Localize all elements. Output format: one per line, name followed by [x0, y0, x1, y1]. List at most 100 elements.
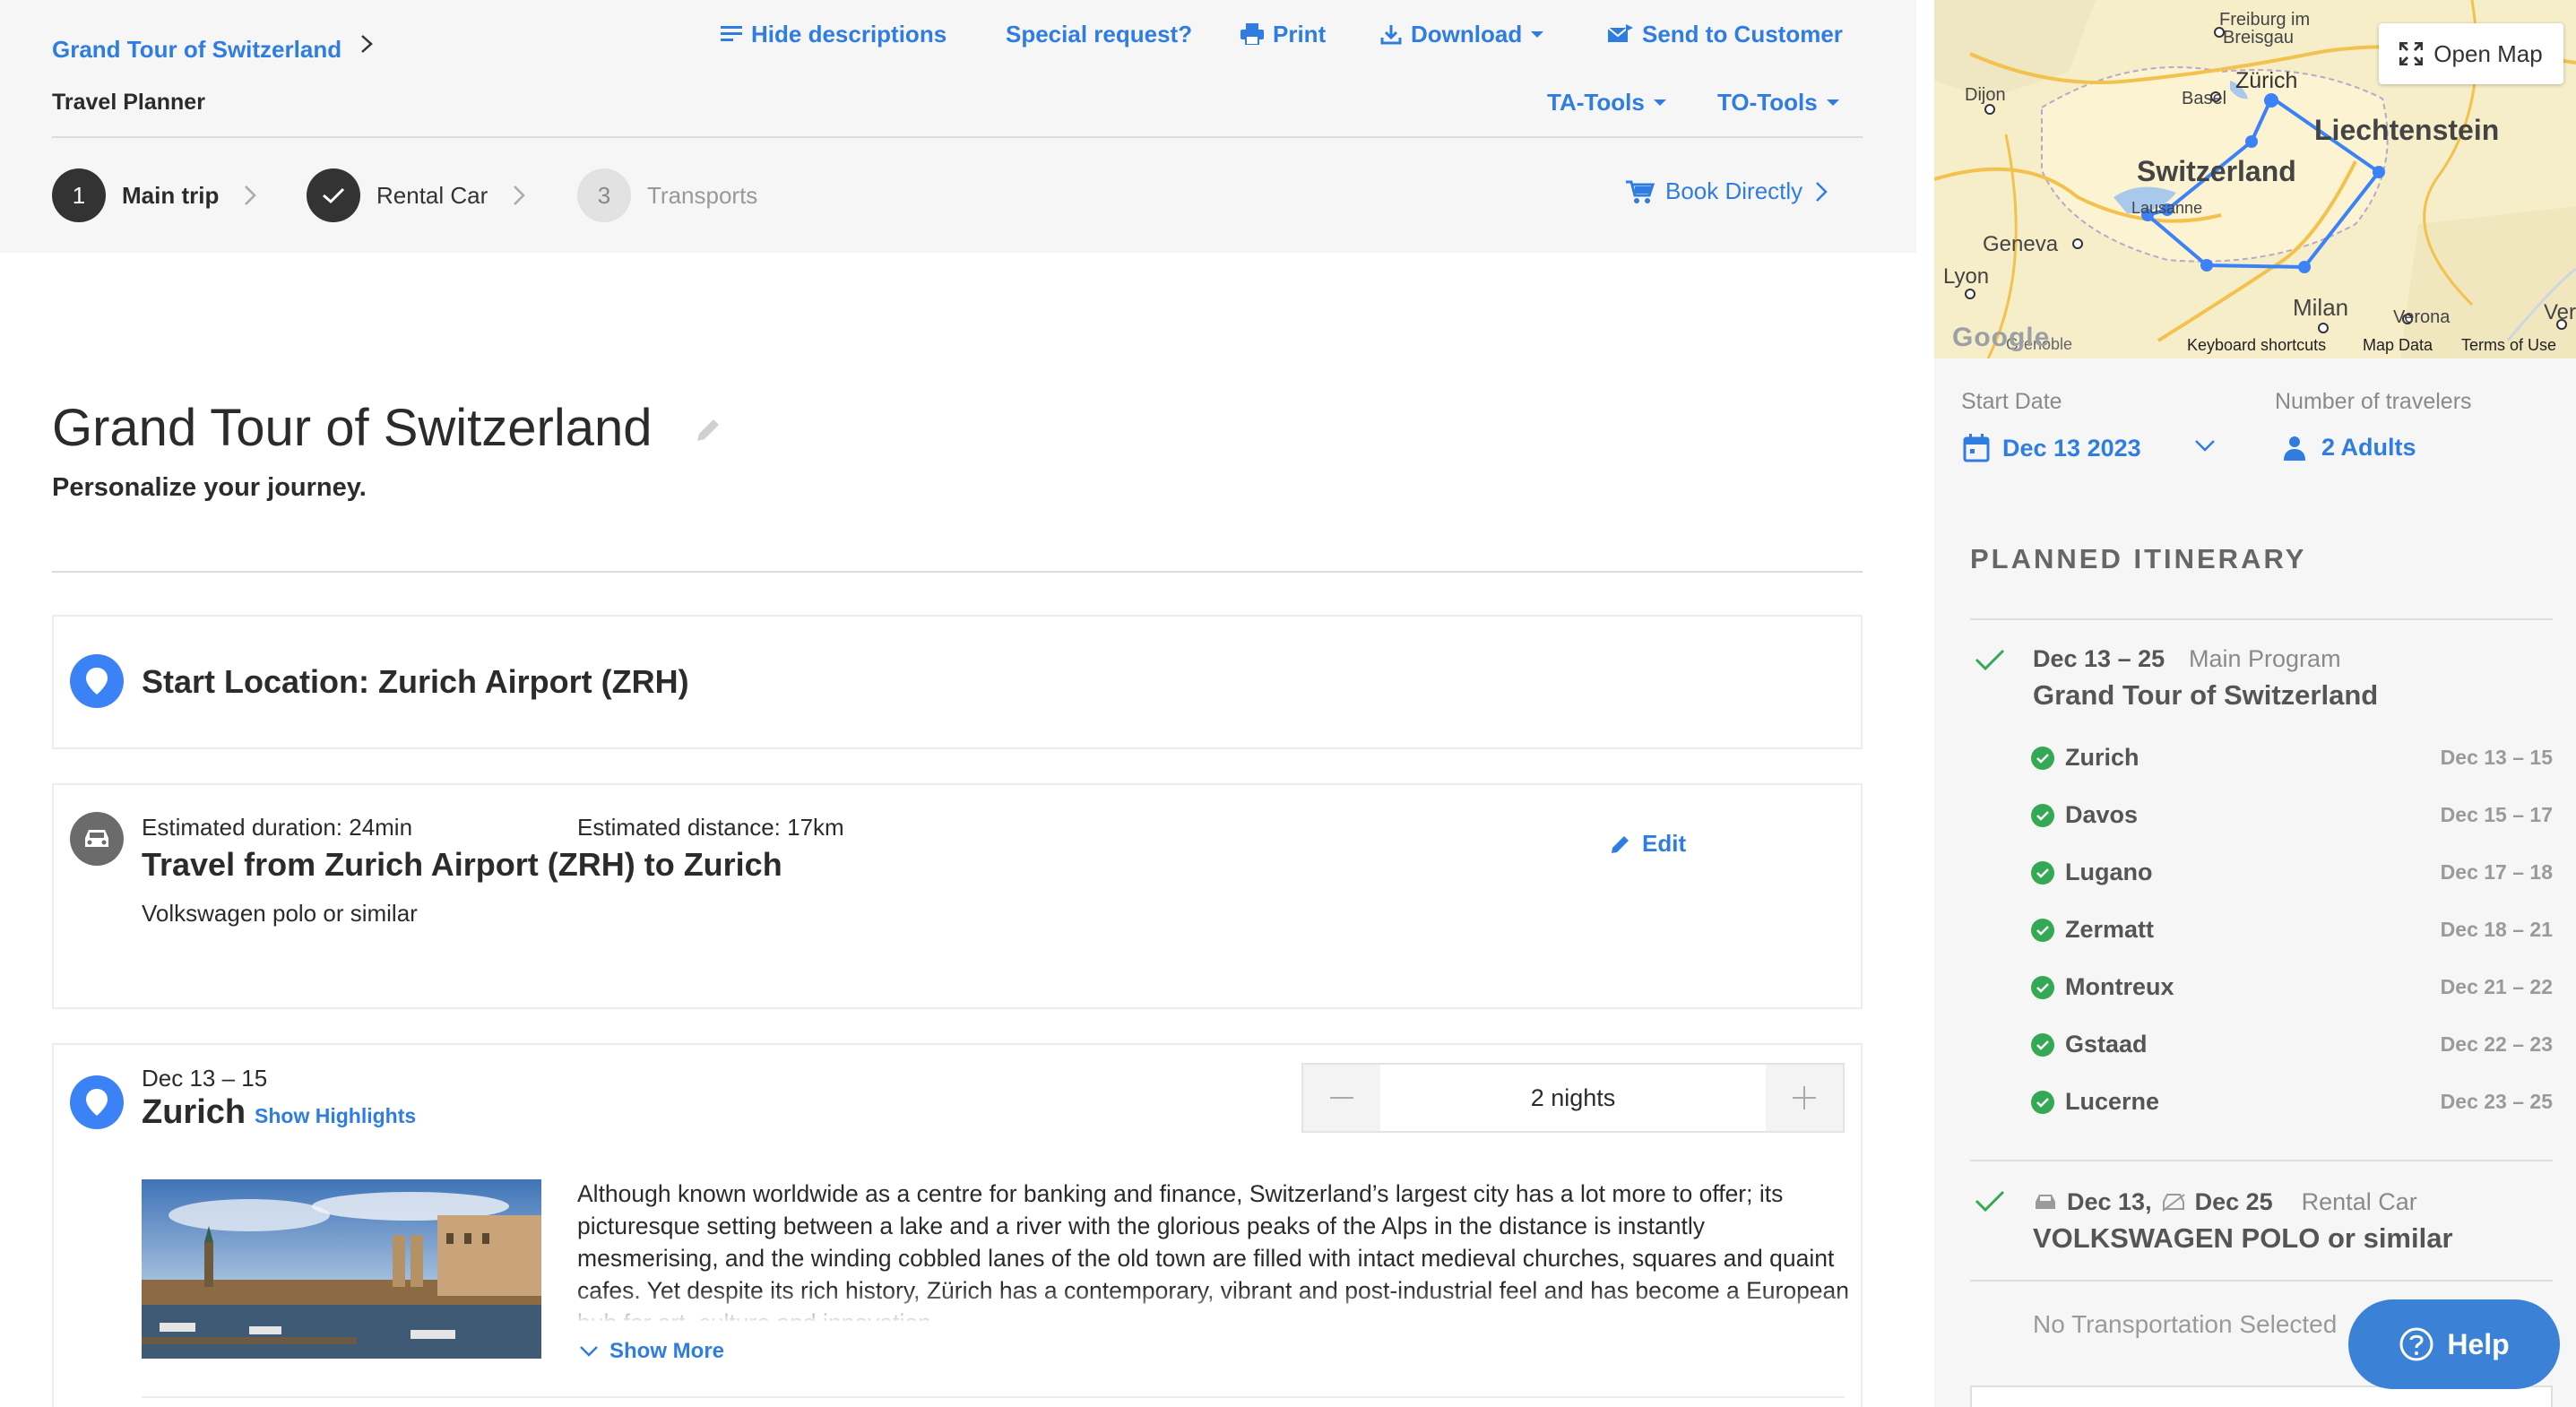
map-label: Breisgau [2223, 28, 2294, 47]
city-name: Davos [2065, 801, 2139, 828]
edit-travel-button[interactable]: Edit [1610, 830, 1686, 858]
itinerary-city[interactable]: Davos Dec 15 – 17 [2031, 801, 2553, 829]
download-dropdown[interactable]: Download [1380, 18, 1544, 50]
pencil-icon[interactable] [694, 416, 722, 445]
calendar-icon [1963, 434, 1990, 462]
step-label: Main trip [122, 181, 220, 209]
zurich-photo [142, 1179, 541, 1359]
help-button[interactable]: Help [2348, 1299, 2560, 1389]
start-location-card: Start Location: Zurich Airport (ZRH) [52, 615, 1863, 749]
person-icon [2284, 436, 2305, 461]
map-label: Liechtenstein [2314, 114, 2499, 146]
download-icon [1380, 25, 1402, 45]
itinerary-city[interactable]: Gstaad Dec 22 – 23 [2031, 1031, 2553, 1058]
page-subheading: Personalize your journey. [52, 473, 367, 502]
check-circle-icon [2031, 746, 2054, 770]
map-label: Zürich [2235, 68, 2297, 93]
special-request-button[interactable]: Special request? [1006, 18, 1192, 50]
keyboard-shortcuts-link[interactable]: Keyboard shortcuts [2187, 336, 2326, 355]
page-title: Grand Tour of Switzerland [52, 399, 653, 457]
expand-icon [2399, 42, 2424, 65]
chevron-right-icon [1816, 181, 1828, 202]
checkmark-icon [1975, 649, 2005, 671]
city-dates: Dec 22 – 23 [2440, 1032, 2553, 1056]
step-rental-car[interactable]: Rental Car [307, 168, 526, 222]
start-date-picker[interactable]: Dec 13 2023 [1963, 434, 2141, 462]
step-label: Transports [647, 181, 758, 209]
main-program-name[interactable]: Grand Tour of Switzerland [2033, 679, 2378, 712]
step-completed-badge [307, 168, 360, 222]
send-mail-icon [1608, 24, 1633, 42]
terms-of-use-link[interactable]: Terms of Use [2461, 336, 2556, 355]
header-divider [52, 136, 1863, 138]
checkmark-icon [1975, 1190, 2005, 1213]
city-dates: Dec 15 – 17 [2440, 803, 2553, 826]
city-dates: Dec 18 – 21 [2440, 918, 2553, 941]
map-label: Lausanne [2131, 199, 2202, 217]
hide-descriptions-button[interactable]: Hide descriptions [721, 18, 947, 50]
itinerary-city[interactable]: Lugano Dec 17 – 18 [2031, 859, 2553, 886]
itinerary-city[interactable]: Montreux Dec 21 – 22 [2031, 973, 2553, 1001]
route-map[interactable]: Freiburg im Breisgau Zürich Basel Dijon … [1934, 0, 2576, 358]
destination-card-zurich: Dec 13 – 15 Zurich Show Highlights 2 nig… [52, 1043, 1863, 1407]
ta-tools-label: TA-Tools [1547, 88, 1645, 116]
map-label: Lyon [1943, 264, 1989, 289]
chevron-down-icon[interactable] [2194, 439, 2216, 453]
itinerary-city[interactable]: Zermatt Dec 18 – 21 [2031, 916, 2553, 944]
breadcrumb-trip-link[interactable]: Grand Tour of Switzerland [52, 36, 341, 64]
open-map-label: Open Map [2433, 39, 2543, 67]
print-label: Print [1273, 20, 1327, 47]
city-name: Lucerne [2065, 1088, 2160, 1115]
map-data-link[interactable]: Map Data [2363, 336, 2433, 355]
city-dates: Dec 21 – 22 [2440, 975, 2553, 998]
city-dates: Dec 17 – 18 [2440, 860, 2553, 884]
show-highlights-link[interactable]: Show Highlights [255, 1104, 416, 1128]
step-main-trip[interactable]: 1 Main trip [52, 168, 257, 222]
step-transports[interactable]: 3 Transports [577, 168, 757, 222]
map-label: Ver [2544, 300, 2576, 324]
caret-down-icon [1826, 99, 1839, 106]
open-map-button[interactable]: Open Map [2379, 23, 2563, 84]
check-circle-icon [2031, 918, 2054, 942]
chevron-down-icon [580, 1346, 598, 1357]
main-program-type: Main Program [2189, 645, 2341, 672]
map-label: Switzerland [2137, 155, 2296, 187]
main-program-dates: Dec 13 – 25 [2033, 645, 2165, 672]
no-transportation-text: No Transportation Selected [2033, 1310, 2338, 1338]
map-label: Milan [2293, 294, 2348, 321]
city-name: Montreux [2065, 973, 2174, 1000]
map-label: Basel [2182, 89, 2226, 108]
travelers-selector[interactable]: 2 Adults [2284, 434, 2416, 462]
print-button[interactable]: Print [1240, 18, 1326, 50]
car-icon [70, 812, 124, 866]
send-to-customer-button[interactable]: Send to Customer [1608, 18, 1843, 50]
to-tools-dropdown[interactable]: TO-Tools [1717, 86, 1839, 118]
rental-car-name[interactable]: VOLKSWAGEN POLO or similar [2033, 1222, 2453, 1255]
decrease-nights-button[interactable] [1303, 1065, 1380, 1131]
map-label: Geneva [1983, 232, 2059, 256]
list-icon [721, 26, 742, 41]
start-date-label: Start Date [1961, 389, 2062, 414]
show-more-label: Show More [609, 1339, 725, 1363]
itinerary-city[interactable]: Lucerne Dec 23 – 25 [2031, 1088, 2553, 1116]
minus-icon [1330, 1097, 1353, 1099]
itinerary-city[interactable]: Zurich Dec 13 – 15 [2031, 744, 2553, 772]
itinerary-divider [1970, 1280, 2553, 1282]
increase-nights-button[interactable] [1766, 1065, 1843, 1131]
city-name: Zurich [2065, 744, 2139, 771]
travel-segment-card: Estimated duration: 24min Estimated dist… [52, 783, 1863, 1009]
special-request-label: Special request? [1006, 20, 1193, 47]
city-dates: Dec 13 – 15 [2440, 746, 2553, 769]
estimated-distance: Estimated distance: 17km [577, 814, 844, 841]
rental-car-type: Rental Car [2301, 1188, 2417, 1215]
check-circle-icon [2031, 1090, 2054, 1114]
travelers-value: 2 Adults [2321, 434, 2416, 461]
travelers-label: Number of travelers [2275, 389, 2472, 414]
book-directly-button[interactable]: Book Directly [1626, 177, 1828, 205]
send-to-customer-label: Send to Customer [1642, 20, 1843, 47]
city-name: Gstaad [2065, 1031, 2148, 1057]
show-more-button[interactable]: Show More [579, 1339, 724, 1364]
ta-tools-dropdown[interactable]: TA-Tools [1547, 86, 1666, 118]
car-dropoff-icon [2161, 1193, 2185, 1212]
chevron-right-icon [245, 186, 257, 205]
